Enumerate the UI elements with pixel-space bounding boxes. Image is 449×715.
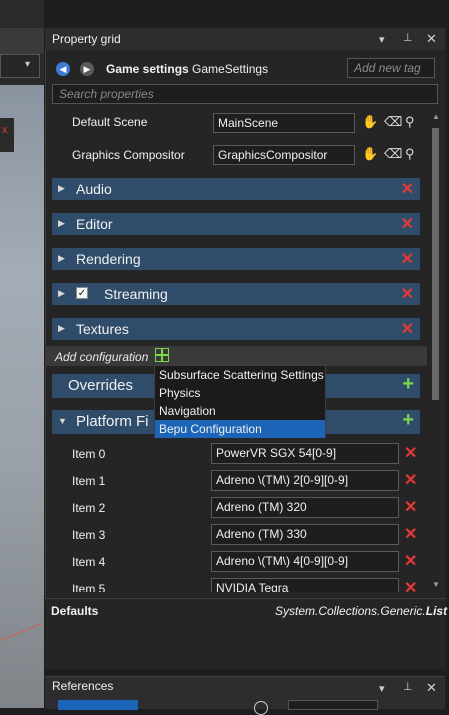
- pin-icon[interactable]: ⊥: [403, 31, 413, 44]
- category-label: Textures: [76, 321, 129, 337]
- enable-checkbox[interactable]: ✓: [76, 287, 88, 299]
- item-value-field[interactable]: Adreno (TM) 320: [211, 497, 399, 518]
- hand-icon[interactable]: ✋: [362, 114, 378, 130]
- item-label: Item 3: [72, 528, 106, 542]
- item-value-field[interactable]: Adreno \(TM\) 4[0-9][0-9]: [211, 551, 399, 572]
- viewport-dropdown[interactable]: ▾: [0, 54, 40, 78]
- category-audio[interactable]: ▶ Audio ✕: [52, 178, 420, 200]
- item-label: Item 2: [72, 501, 106, 515]
- add-configuration-menu: Subsurface Scattering Settings Physics N…: [154, 365, 326, 438]
- object-title: Game settings GameSettings: [106, 62, 268, 76]
- add-tag-input[interactable]: Add new tag: [347, 58, 435, 78]
- pin-icon[interactable]: ⊥: [403, 680, 413, 693]
- panel-title: Property grid: [52, 32, 121, 46]
- menu-item-navigation[interactable]: Navigation: [155, 402, 325, 420]
- category-label: Overrides: [68, 377, 134, 394]
- expand-arrow-icon[interactable]: ▶: [58, 253, 65, 264]
- remove-item-icon[interactable]: ✕: [404, 497, 417, 517]
- forward-arrow-icon[interactable]: ▶: [80, 62, 94, 76]
- x-axis-gizmo-icon: x: [2, 124, 8, 136]
- default-scene-field[interactable]: MainScene: [213, 113, 355, 133]
- item-label: Item 0: [72, 447, 106, 461]
- remove-icon[interactable]: ✕: [401, 249, 414, 269]
- item-label: Item 4: [72, 555, 106, 569]
- item-value-field[interactable]: Adreno (TM) 330: [211, 524, 399, 545]
- expand-arrow-icon[interactable]: ▶: [58, 288, 65, 299]
- graphics-compositor-field[interactable]: GraphicsCompositor: [213, 145, 355, 165]
- menu-item-bepu-configuration[interactable]: Bepu Configuration: [155, 420, 325, 438]
- remove-icon[interactable]: ✕: [401, 319, 414, 339]
- remove-item-icon[interactable]: ✕: [404, 443, 417, 463]
- menu-item-physics[interactable]: Physics: [155, 384, 325, 402]
- references-title: References: [52, 679, 114, 693]
- remove-item-icon[interactable]: ✕: [404, 470, 417, 490]
- add-icon[interactable]: +: [402, 373, 414, 396]
- category-rendering[interactable]: ▶ Rendering ✕: [52, 248, 420, 270]
- item-value-field[interactable]: NVIDIA Tegra: [211, 578, 399, 592]
- expand-arrow-icon[interactable]: ▶: [58, 323, 65, 334]
- property-label: Graphics Compositor: [72, 148, 185, 162]
- category-textures[interactable]: ▶ Textures ✕: [52, 318, 420, 340]
- remove-item-icon[interactable]: ✕: [404, 578, 417, 592]
- description-name: Defaults: [51, 604, 99, 618]
- scroll-down-icon[interactable]: ▼: [432, 580, 440, 589]
- item-label: Item 5: [72, 582, 106, 592]
- category-label: Editor: [76, 216, 113, 232]
- dropdown-arrow-icon[interactable]: ▾: [379, 682, 385, 695]
- scrollbar-thumb[interactable]: [432, 128, 439, 400]
- item-label: Item 1: [72, 474, 106, 488]
- references-filter-input[interactable]: [288, 700, 378, 710]
- eraser-icon[interactable]: ⌫: [384, 146, 402, 162]
- category-label: Audio: [76, 181, 112, 197]
- remove-icon[interactable]: ✕: [401, 284, 414, 304]
- item-value-field[interactable]: Adreno \(TM\) 2[0-9][0-9]: [211, 470, 399, 491]
- dropdown-arrow-icon[interactable]: ▾: [379, 33, 385, 46]
- viewport-toolbar: [0, 28, 44, 54]
- toggle-circle-icon[interactable]: [254, 701, 268, 715]
- find-icon[interactable]: ⚲: [405, 146, 415, 162]
- chevron-down-icon: ▾: [25, 59, 31, 70]
- eraser-icon[interactable]: ⌫: [384, 114, 402, 130]
- type-namespace: System.Collections.Generic.: [275, 604, 426, 618]
- add-configuration-icon[interactable]: [155, 348, 169, 362]
- add-icon[interactable]: +: [402, 409, 414, 432]
- category-label: Platform Fi: [76, 413, 149, 430]
- category-streaming[interactable]: ▶ ✓ Streaming ✕: [52, 283, 420, 305]
- close-icon[interactable]: ✕: [426, 31, 437, 47]
- back-arrow-icon[interactable]: ◀: [56, 62, 70, 76]
- collapse-arrow-icon[interactable]: ▼: [58, 416, 67, 426]
- remove-item-icon[interactable]: ✕: [404, 551, 417, 571]
- close-icon[interactable]: ✕: [426, 680, 437, 696]
- remove-icon[interactable]: ✕: [401, 179, 414, 199]
- expand-arrow-icon[interactable]: ▶: [58, 183, 65, 194]
- scroll-up-icon[interactable]: ▲: [432, 112, 440, 121]
- property-label: Default Scene: [72, 115, 148, 129]
- remove-item-icon[interactable]: ✕: [404, 524, 417, 544]
- search-properties-input[interactable]: Search properties: [52, 84, 438, 104]
- remove-icon[interactable]: ✕: [401, 214, 414, 234]
- menu-item-subsurface-scattering[interactable]: Subsurface Scattering Settings: [155, 366, 325, 384]
- add-configuration-label: Add configuration: [55, 350, 149, 364]
- object-name: GameSettings: [192, 62, 269, 76]
- hand-icon[interactable]: ✋: [362, 146, 378, 162]
- description-type: System.Collections.Generic.List`1: [275, 604, 449, 618]
- object-kind: Game settings: [106, 62, 189, 76]
- category-label: Streaming: [104, 286, 168, 302]
- category-editor[interactable]: ▶ Editor ✕: [52, 213, 420, 235]
- expand-arrow-icon[interactable]: ▶: [58, 218, 65, 229]
- type-name: List: [425, 604, 448, 618]
- category-label: Rendering: [76, 251, 141, 267]
- item-value-field[interactable]: PowerVR SGX 54[0-9]: [211, 443, 399, 464]
- viewport-scene: [0, 85, 44, 708]
- references-tab-active[interactable]: [58, 700, 138, 710]
- find-icon[interactable]: ⚲: [405, 114, 415, 130]
